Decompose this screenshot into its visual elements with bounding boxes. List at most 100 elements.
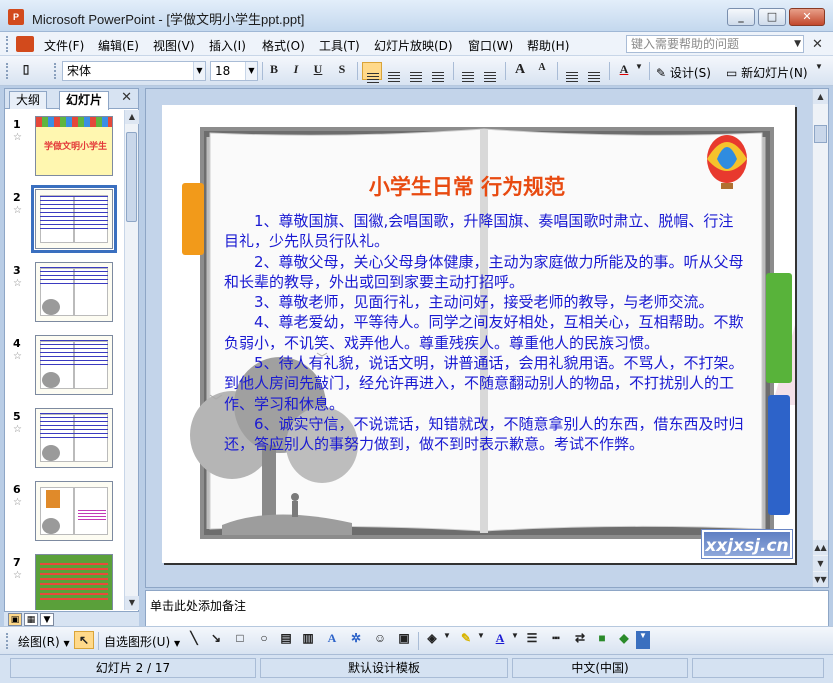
menu-help[interactable]: 帮助(H)	[527, 37, 569, 54]
shadow-button[interactable]: S	[332, 62, 352, 80]
powerpoint-icon[interactable]: P	[8, 9, 24, 25]
distributed-align-button[interactable]	[428, 62, 448, 82]
numbering-button[interactable]	[458, 62, 478, 82]
document-icon[interactable]	[16, 36, 34, 52]
thumbnail-scrollbar[interactable]: ▲ ▼	[124, 110, 139, 610]
scroll-up-icon[interactable]: ▲	[813, 89, 828, 104]
slide-thumbnail-6[interactable]	[35, 481, 113, 541]
menu-format[interactable]: 格式(O)	[262, 37, 305, 54]
font-color-button[interactable]: A	[614, 62, 634, 80]
menu-edit[interactable]: 编辑(E)	[98, 37, 139, 54]
menu-tools[interactable]: 工具(T)	[319, 37, 360, 54]
textbox-tool-icon[interactable]: ▤	[276, 631, 296, 649]
slide-thumbnail-5[interactable]	[35, 408, 113, 468]
scroll-down-icon[interactable]: ▼	[813, 556, 828, 571]
line-tool-icon[interactable]: ╲	[184, 631, 204, 649]
slide-canvas[interactable]: 小学生日常 行为规范 1、尊敬国旗、国徽,会唱国歌，升降国旗、奏唱国歌时肃立、脱…	[162, 105, 795, 563]
maximize-button[interactable]: □	[758, 8, 786, 26]
document-close-icon[interactable]: ✕	[812, 37, 823, 52]
arrow-tool-icon[interactable]: ↘	[206, 631, 226, 649]
close-button[interactable]: ✕	[789, 8, 825, 26]
shrink-font-button[interactable]: A	[532, 62, 552, 80]
slideshow-icon[interactable]: ▼	[40, 613, 54, 626]
scroll-thumb[interactable]	[814, 125, 827, 143]
fill-color-icon[interactable]: ◈	[422, 631, 442, 649]
thumbnail-row[interactable]: 5 ☆	[5, 402, 123, 474]
rectangle-tool-icon[interactable]: □	[230, 631, 250, 649]
toolbar-grip[interactable]	[6, 63, 9, 79]
menu-insert[interactable]: 插入(I)	[209, 37, 246, 54]
tab-slides[interactable]: 幻灯片	[59, 91, 110, 110]
thumbnail-row[interactable]: 1 ☆ 学做文明小学生	[5, 110, 123, 182]
italic-button[interactable]: I	[286, 62, 306, 80]
chevron-down-icon[interactable]: ▼	[794, 36, 801, 52]
toolbar-grip[interactable]	[6, 633, 9, 649]
font-size-select[interactable]: 18 ▼	[210, 61, 258, 81]
slide-editor[interactable]: 小学生日常 行为规范 1、尊敬国旗、国徽,会唱国歌，升降国旗、奏唱国歌时肃立、脱…	[145, 88, 829, 588]
help-search-input[interactable]: 键入需要帮助的问题 ▼	[626, 35, 804, 53]
decrease-indent-button[interactable]	[562, 62, 582, 82]
bold-button[interactable]: B	[264, 62, 284, 80]
underline-button[interactable]: U	[308, 62, 328, 80]
normal-view-icon[interactable]: ▣	[8, 613, 22, 626]
slide-thumbnail-4[interactable]	[35, 335, 113, 395]
slide-thumbnail-2[interactable]	[31, 185, 117, 253]
align-right-button[interactable]	[406, 62, 426, 82]
chevron-down-icon[interactable]: ▼	[193, 62, 205, 80]
dash-style-icon[interactable]: ┅	[546, 631, 566, 649]
new-slide-button[interactable]: ▭ 新幻灯片(N)	[726, 64, 808, 81]
oval-tool-icon[interactable]: ○	[254, 631, 274, 649]
toolbar-options-icon[interactable]: ▼	[812, 62, 826, 80]
menu-grip[interactable]	[6, 36, 9, 52]
scroll-down-icon[interactable]: ▼	[125, 596, 139, 610]
slide-body-text[interactable]: 1、尊敬国旗、国徽,会唱国歌，升降国旗、奏唱国歌时肃立、脱帽、行注目礼，少先队员…	[224, 211, 746, 455]
chevron-down-icon[interactable]: ▼	[510, 631, 520, 649]
scroll-up-icon[interactable]: ▲	[125, 110, 139, 124]
shadow-style-icon[interactable]: ■	[592, 631, 612, 649]
menu-window[interactable]: 窗口(W)	[468, 37, 513, 54]
align-left-button[interactable]	[362, 62, 382, 83]
slide-thumbnail-1[interactable]: 学做文明小学生	[35, 116, 113, 176]
chevron-down-icon[interactable]: ▼	[476, 631, 486, 649]
increase-indent-button[interactable]	[584, 62, 604, 82]
line-style-icon[interactable]: ☰	[522, 631, 542, 649]
thumbnail-row[interactable]: 6 ☆	[5, 475, 123, 547]
minimize-button[interactable]: _	[727, 8, 755, 26]
scroll-thumb[interactable]	[126, 132, 137, 222]
select-pointer-icon[interactable]: ↖	[74, 631, 94, 649]
chevron-down-icon[interactable]: ▼	[245, 62, 257, 80]
tab-outline[interactable]: 大纲	[9, 91, 48, 109]
line-color-icon[interactable]: ✎	[456, 631, 476, 649]
slide-thumbnail-7[interactable]	[35, 554, 113, 610]
menu-view[interactable]: 视图(V)	[153, 37, 195, 54]
previous-slide-icon[interactable]: ▲▲	[813, 540, 828, 555]
bullets-button[interactable]	[480, 62, 500, 82]
next-slide-icon[interactable]: ▼▼	[813, 572, 828, 587]
new-document-icon[interactable]: ▯	[16, 62, 36, 80]
wordart-icon[interactable]: A	[322, 631, 342, 649]
font-name-select[interactable]: 宋体 ▼	[62, 61, 206, 81]
chevron-down-icon[interactable]: ▼	[442, 631, 452, 649]
design-button[interactable]: ✎ 设计(S)	[656, 64, 711, 81]
autoshapes-button[interactable]: 自选图形(U) ▼	[104, 633, 180, 650]
slide-title[interactable]: 小学生日常 行为规范	[162, 171, 772, 201]
clipart-icon[interactable]: ☺	[370, 631, 390, 649]
grow-font-button[interactable]: A	[510, 62, 530, 80]
font-color-icon[interactable]: A	[490, 631, 510, 649]
slide-scrollbar[interactable]: ▲ ▲▲ ▼ ▼▼	[812, 89, 828, 587]
menu-slideshow[interactable]: 幻灯片放映(D)	[374, 37, 453, 54]
thumbnail-row[interactable]: 7 ☆	[5, 548, 123, 610]
thumbnail-row[interactable]: 3 ☆	[5, 256, 123, 328]
menu-file[interactable]: 文件(F)	[44, 37, 84, 54]
notes-pane[interactable]: 单击此处添加备注	[145, 590, 829, 628]
thumbnail-row[interactable]: 4 ☆	[5, 329, 123, 401]
slide-thumbnail-3[interactable]	[35, 262, 113, 322]
diagram-icon[interactable]: ✲	[346, 631, 366, 649]
thumbnail-row[interactable]: 2 ☆	[5, 183, 123, 255]
3d-style-icon[interactable]: ◆	[614, 631, 634, 649]
toolbar-options-icon[interactable]: ▼	[636, 631, 650, 649]
picture-icon[interactable]: ▣	[394, 631, 414, 649]
vertical-textbox-icon[interactable]: ▥	[298, 631, 318, 649]
arrow-style-icon[interactable]: ⇄	[570, 631, 590, 649]
align-center-button[interactable]	[384, 62, 404, 82]
